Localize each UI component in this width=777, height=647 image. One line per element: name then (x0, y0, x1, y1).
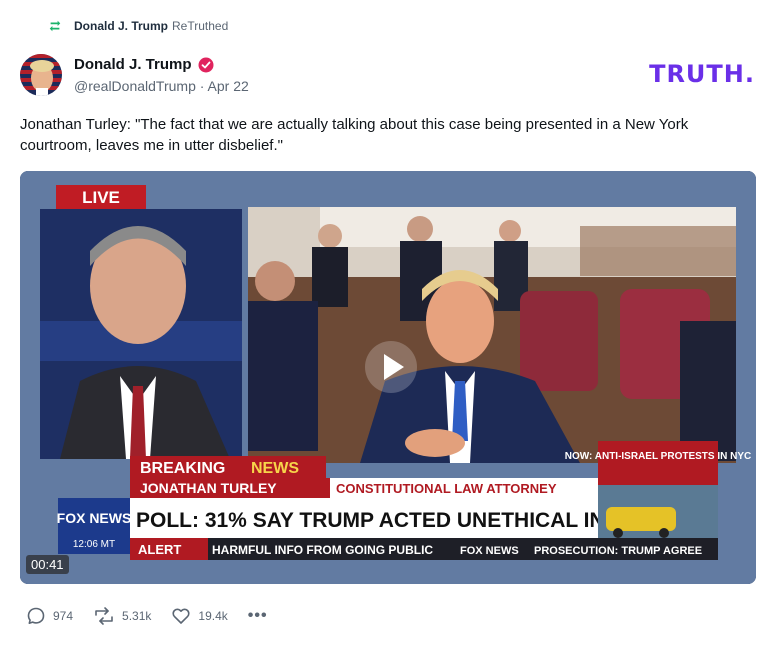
side-box-title: NOW: ANTI-ISRAEL PROTESTS IN NYC (565, 451, 752, 462)
reply-button[interactable]: 974 (26, 606, 73, 626)
more-icon: ••• (247, 607, 268, 624)
meta-separator: · (199, 78, 205, 94)
post-text: Jonathan Turley: "The fact that we are a… (20, 116, 689, 154)
handle-line: @realDonaldTrump · Apr 22 (74, 78, 249, 94)
truth-logo[interactable]: TRUTH. (649, 60, 755, 88)
live-badge: LIVE (82, 188, 120, 207)
clock-label: 12:06 MT (73, 539, 115, 550)
retruth-header: Donald J. Trump ReTruthed (48, 19, 228, 33)
retruth-icon (95, 607, 113, 625)
name-label: JONATHAN TURLEY (140, 480, 277, 496)
retruth-action-label: ReTruthed (172, 19, 229, 33)
ticker-text: HARMFUL INFO FROM GOING PUBLIC (212, 543, 433, 557)
play-button[interactable] (365, 341, 417, 393)
title-label: CONSTITUTIONAL LAW ATTORNEY (336, 481, 557, 496)
reply-count: 974 (53, 609, 74, 623)
video-duration: 00:41 (26, 555, 69, 574)
like-count: 19.4k (198, 609, 228, 623)
reply-icon (27, 607, 45, 624)
post-date[interactable]: Apr 22 (208, 78, 249, 94)
retruth-user-name[interactable]: Donald J. Trump (74, 19, 168, 33)
user-handle[interactable]: @realDonaldTrump (74, 78, 196, 94)
retruth-icon (49, 20, 61, 32)
news-label: NEWS (251, 460, 299, 477)
retruth-button[interactable]: 5.31k (93, 606, 151, 626)
like-button[interactable]: 19.4k (171, 606, 228, 626)
more-options-button[interactable]: ••• (248, 607, 268, 625)
retruth-count: 5.31k (122, 609, 152, 623)
network-logo: FOX NEWS (57, 510, 132, 526)
name-line: Donald J. Trump (74, 56, 214, 73)
action-bar: 974 5.31k 19.4k ••• (26, 606, 268, 626)
heart-icon (172, 608, 190, 624)
alert-label: ALERT (138, 542, 181, 557)
video-player[interactable]: LIVE BREAKING NEWS JONATHAN TURLEY CONST… (20, 171, 756, 584)
ticker-brand: FOX NEWS (460, 545, 519, 557)
avatar[interactable] (20, 54, 62, 96)
display-name[interactable]: Donald J. Trump (74, 56, 192, 73)
post-header: Donald J. Trump @realDonaldTrump · Apr 2… (20, 54, 757, 98)
ticker-text-2: PROSECUTION: TRUMP AGREE (534, 545, 702, 557)
breaking-label: BREAKING (140, 460, 225, 477)
play-icon (383, 354, 404, 380)
verified-badge-icon (198, 57, 214, 72)
